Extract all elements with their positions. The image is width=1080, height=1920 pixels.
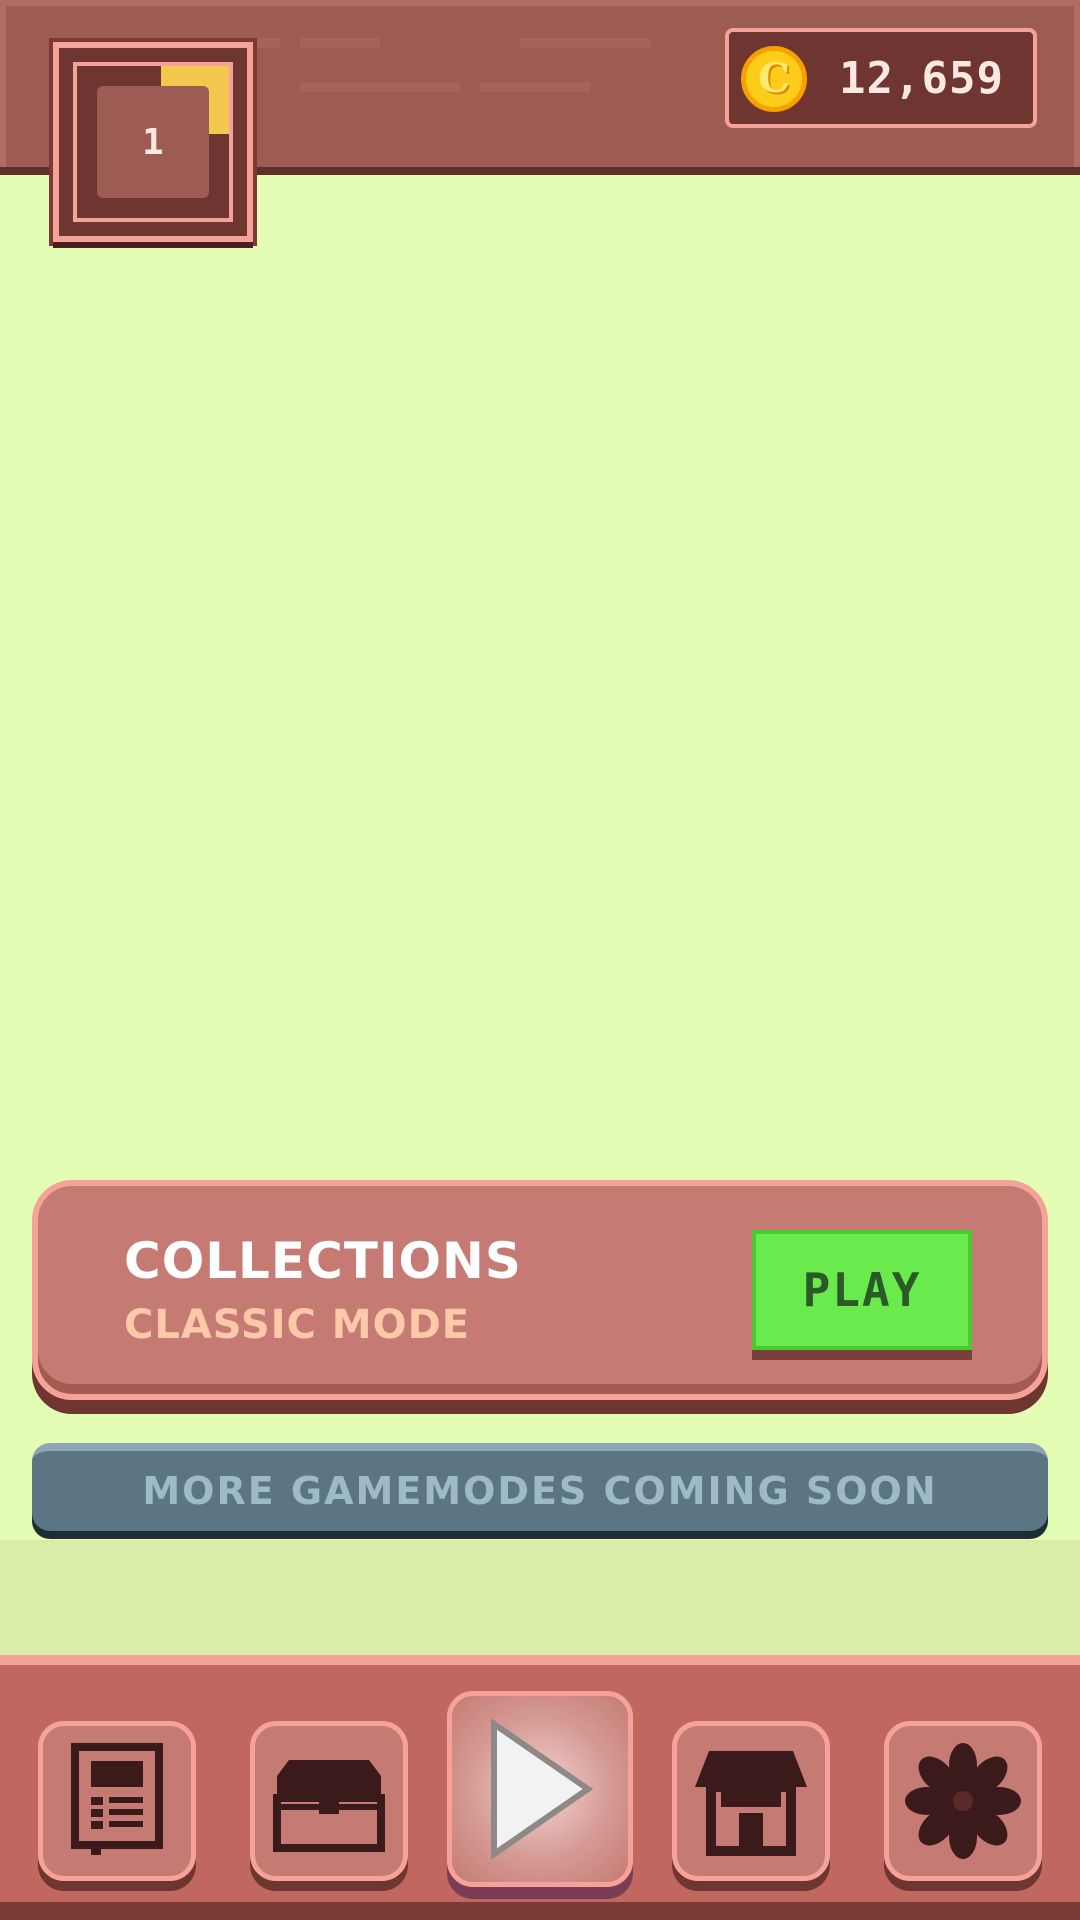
settings-gear-icon bbox=[905, 1743, 1021, 1859]
mode-title: COLLECTIONS bbox=[124, 1232, 522, 1290]
play-button[interactable]: PLAY bbox=[752, 1230, 972, 1350]
coin-icon: C bbox=[741, 46, 807, 112]
mode-subtitle: CLASSIC MODE bbox=[124, 1302, 471, 1348]
player-level-number: 1 bbox=[97, 86, 209, 198]
coin-balance: 12,659 bbox=[839, 53, 1004, 104]
bottom-navigation bbox=[0, 1655, 1080, 1920]
nav-news-button[interactable] bbox=[38, 1721, 196, 1881]
play-icon bbox=[491, 1718, 594, 1860]
shop-icon bbox=[695, 1751, 807, 1856]
player-level-badge[interactable]: 1 bbox=[53, 42, 253, 242]
coming-soon-banner: MORE GAMEMODES COMING SOON bbox=[32, 1443, 1048, 1531]
nav-shop-button[interactable] bbox=[672, 1721, 830, 1881]
news-icon bbox=[71, 1743, 163, 1855]
coin-counter: C 12,659 bbox=[725, 28, 1037, 128]
game-mode-card: COLLECTIONS CLASSIC MODE PLAY bbox=[32, 1180, 1048, 1400]
nav-chest-button[interactable] bbox=[250, 1721, 408, 1881]
chest-icon bbox=[273, 1760, 385, 1852]
nav-settings-button[interactable] bbox=[884, 1721, 1042, 1881]
nav-play-button[interactable] bbox=[447, 1691, 633, 1887]
